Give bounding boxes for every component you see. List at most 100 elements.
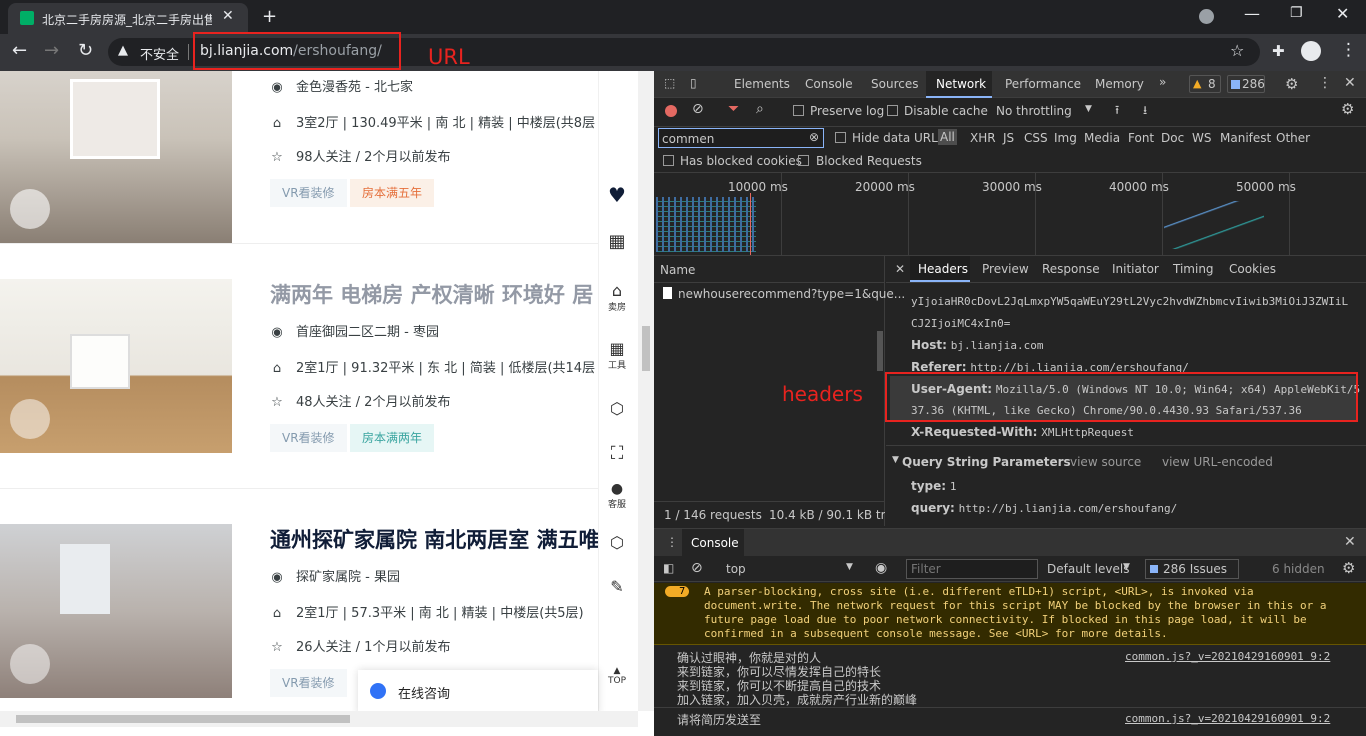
horizontal-scroll-thumb[interactable] [16,715,350,723]
tab-memory[interactable]: Memory [1095,77,1144,91]
sell-house-button[interactable]: ⌂ 卖房 [606,281,628,313]
more-tabs-icon[interactable]: » [1159,75,1166,89]
type-ws[interactable]: WS [1192,131,1211,145]
preserve-log-checkbox[interactable] [793,105,804,116]
type-media[interactable]: Media [1084,131,1120,145]
close-window-button[interactable]: ✕ [1336,4,1349,23]
back-to-top-button[interactable]: ▲ TOP [606,666,628,686]
tab-console[interactable]: Console [805,77,853,91]
query-string-title[interactable]: Query String Parameters [902,455,1071,469]
tab-initiator[interactable]: Initiator [1112,262,1159,276]
tab-headers[interactable]: Headers [910,256,970,282]
listing-community[interactable]: ◉ 探矿家属院 - 果园 [270,566,600,585]
console-issues-button[interactable]: 286 Issues [1145,559,1239,579]
eye-icon[interactable]: ◉ [875,560,887,576]
edit-icon[interactable]: ✎ [606,577,628,596]
profile-dropdown-icon[interactable] [1199,9,1214,24]
clear-icon[interactable]: ⊘ [692,101,704,117]
request-row[interactable]: newhouserecommend?type=1&que... [654,283,905,305]
type-manifest[interactable]: Manifest [1220,131,1271,145]
log-source-link[interactable]: common.js?_v=20210429160901 9:2 [1125,712,1330,725]
listing-photo[interactable] [0,279,232,453]
type-js[interactable]: JS [1003,131,1014,145]
listing-photo[interactable] [0,71,232,243]
listing-title[interactable]: 通州探矿家属院 南北两居室 满五唯 [270,524,600,554]
sidebar-toggle-icon[interactable]: ◧ [663,561,674,575]
log-source-link[interactable]: common.js?_v=20210429160901 9:2 [1125,650,1330,663]
listing-card[interactable]: ◉ 金色漫香苑 - 北七家 ⌂ 3室2厅 | 130.49平米 | 南 北 | 精装… [0,71,600,243]
tab-preview[interactable]: Preview [982,262,1029,276]
network-settings-icon[interactable]: ⚙ [1341,100,1354,118]
settings-icon[interactable]: ⚙ [1285,75,1298,93]
timeline-overview[interactable]: 10000 ms 20000 ms 30000 ms 40000 ms 5000… [654,173,1366,255]
export-icon[interactable]: ⭳ [1143,101,1147,122]
warning-count-badge[interactable]: 7 [665,586,690,597]
back-button[interactable]: ← [12,40,27,61]
tab-network[interactable]: Network [926,71,992,98]
listing-card[interactable]: 满两年 电梯房 产权清晰 环境好 居 ◉ 首座御园二区二期 - 枣园 ⌂ 2室1厅 … [0,246,598,476]
listing-title[interactable]: 满两年 电梯房 产权清晰 环境好 居 [270,279,600,309]
horizontal-scrollbar[interactable] [0,711,638,727]
throttling-select[interactable]: No throttling [996,104,1072,118]
type-img[interactable]: Img [1054,131,1077,145]
import-icon[interactable]: ⭱ [1115,101,1119,122]
new-tab-button[interactable]: + [262,6,277,27]
close-drawer-icon[interactable]: ✕ [1344,534,1356,550]
close-tab-icon[interactable]: ✕ [222,8,234,24]
tab-performance[interactable]: Performance [1005,77,1081,91]
list-scroll-thumb[interactable] [877,331,883,371]
customer-service-button[interactable]: ● 客服 [606,481,628,510]
device-toolbar-icon[interactable]: ▯ [690,76,697,90]
name-column-header[interactable]: Name [660,263,695,277]
type-all[interactable]: All [938,129,957,145]
console-filter-input[interactable] [906,559,1038,579]
listing-community[interactable]: ◉ 金色漫香苑 - 北七家 [270,76,600,95]
menu-icon[interactable]: ⋮ [1340,40,1357,60]
console-filter-field[interactable] [907,560,1032,578]
reload-button[interactable]: ↻ [78,40,93,61]
log-levels-select[interactable]: Default levels [1047,562,1129,576]
clear-filter-icon[interactable]: ⊗ [809,130,819,144]
disable-cache-checkbox[interactable] [887,105,898,116]
filter-icon[interactable]: ⏷ [728,101,739,117]
has-blocked-cookies-checkbox[interactable] [663,155,674,166]
minimize-button[interactable]: — [1244,4,1260,23]
inspect-icon[interactable]: ⬚ [664,76,675,90]
tab-elements[interactable]: Elements [734,77,790,91]
close-devtools-icon[interactable]: ✕ [1344,75,1356,91]
search-icon[interactable]: ⌕ [756,101,764,117]
online-consult-button[interactable]: 在线咨询 [358,670,598,714]
tab-timing[interactable]: Timing [1173,262,1214,276]
maximize-button[interactable]: ❐ [1290,5,1303,21]
bookmark-star-icon[interactable]: ☆ [1230,41,1244,60]
view-url-encoded-link[interactable]: view URL-encoded [1162,455,1273,469]
console-tab[interactable]: Console [682,529,744,557]
listing-photo[interactable] [0,524,232,698]
shield-icon[interactable]: ⬡ [606,399,628,418]
vertical-scrollbar[interactable] [638,71,654,711]
profile-avatar[interactable] [1301,41,1321,61]
drawer-menu-icon[interactable]: ⋮ [666,535,678,549]
tools-button[interactable]: ▦ 工具 [606,339,628,371]
extensions-icon[interactable]: ✚ [1272,42,1285,60]
vertical-scroll-thumb[interactable] [642,326,650,371]
forward-button[interactable]: → [44,40,59,61]
record-button[interactable] [665,105,677,117]
context-select[interactable]: top [726,562,746,576]
devtools-menu-icon[interactable]: ⋮ [1318,75,1332,91]
filter-input[interactable]: commen ⊗ [658,128,824,148]
type-other[interactable]: Other [1276,131,1310,145]
clear-console-icon[interactable]: ⊘ [691,560,703,576]
hide-data-urls-checkbox[interactable] [835,132,846,143]
warning-badge[interactable]: ▲ 8 [1189,75,1221,93]
close-detail-icon[interactable]: ✕ [895,262,905,276]
type-css[interactable]: CSS [1024,131,1048,145]
heart-icon[interactable]: ♥ [606,183,628,207]
scan-icon[interactable]: ⛶ [606,443,628,464]
type-font[interactable]: Font [1128,131,1154,145]
type-xhr[interactable]: XHR [970,131,996,145]
listing-community[interactable]: ◉ 首座御园二区二期 - 枣园 [270,321,600,340]
calculator-icon[interactable]: ▦ [606,231,628,252]
blocked-requests-checkbox[interactable] [798,155,809,166]
expand-triangle-icon[interactable]: ▼ [892,455,899,465]
